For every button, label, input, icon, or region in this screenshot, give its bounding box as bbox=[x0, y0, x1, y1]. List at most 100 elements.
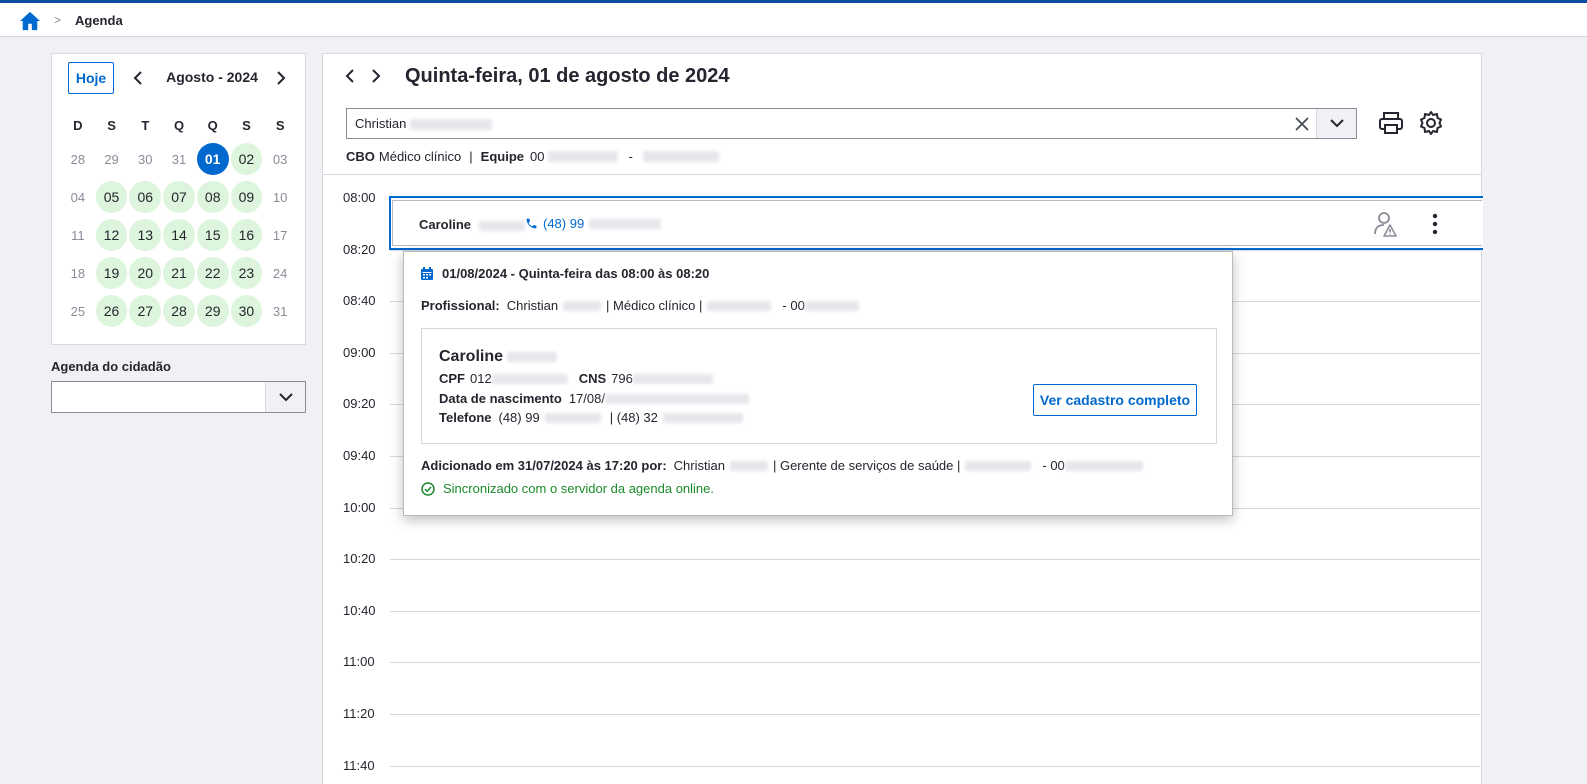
citizen-documents: CPF 012 CNS 796 bbox=[439, 371, 713, 386]
calendar-day[interactable]: 11 bbox=[61, 219, 95, 251]
citizen-agenda-dropdown-button[interactable] bbox=[265, 382, 305, 412]
weekday-header: Q bbox=[207, 117, 218, 133]
redacted-text bbox=[729, 460, 768, 471]
calendar-day[interactable]: 20 bbox=[129, 257, 162, 289]
sync-status: Sincronizado com o servidor da agenda on… bbox=[421, 481, 714, 496]
professional-dropdown-button[interactable] bbox=[1316, 109, 1356, 138]
calendar-prev-month-button[interactable] bbox=[128, 68, 148, 88]
calendar-day[interactable]: 30 bbox=[128, 143, 162, 175]
redacted-text bbox=[632, 373, 713, 384]
chevron-left-icon bbox=[345, 69, 354, 83]
calendar-day[interactable]: 24 bbox=[263, 257, 297, 289]
time-slot-line[interactable] bbox=[390, 714, 1480, 715]
time-slot-label: 10:00 bbox=[343, 499, 376, 515]
user-warning-icon[interactable] bbox=[1373, 211, 1397, 237]
calendar-day[interactable]: 17 bbox=[263, 219, 297, 251]
popover-professional-label: Profissional: bbox=[421, 298, 500, 313]
calendar-day[interactable]: 10 bbox=[263, 181, 297, 213]
calendar-day[interactable]: 23 bbox=[230, 257, 263, 289]
breadcrumb-separator: > bbox=[54, 13, 62, 27]
calendar-day[interactable]: 29 bbox=[95, 143, 129, 175]
birthdate-value: 17/08/ bbox=[568, 391, 605, 406]
phone-label: Telefone bbox=[439, 410, 492, 425]
redacted-text bbox=[478, 220, 525, 231]
calendar-day[interactable]: 18 bbox=[61, 257, 95, 289]
page-title: Quinta-feira, 01 de agosto de 2024 bbox=[405, 65, 730, 87]
calendar-day[interactable]: 25 bbox=[61, 295, 95, 327]
appointment-card[interactable]: Caroline (48) 99 bbox=[389, 196, 1483, 250]
print-icon[interactable] bbox=[1378, 111, 1404, 135]
calendar-day[interactable]: 05 bbox=[95, 181, 128, 213]
appointment-card-body: Caroline (48) 99 bbox=[392, 200, 1482, 246]
calendar-day[interactable]: 13 bbox=[129, 219, 162, 251]
redacted-text bbox=[409, 119, 492, 131]
calendar-day[interactable]: 04 bbox=[61, 181, 95, 213]
time-slot-label: 08:00 bbox=[343, 190, 376, 205]
equipe-dash: - bbox=[628, 149, 633, 164]
calendar-day[interactable]: 12 bbox=[95, 219, 128, 251]
calendar-day[interactable]: 22 bbox=[196, 257, 229, 289]
calendar-day[interactable]: 21 bbox=[163, 257, 195, 289]
added-by-role: | Gerente de serviços de saúde | bbox=[772, 458, 961, 473]
home-icon[interactable] bbox=[19, 11, 41, 31]
calendar-day[interactable]: 03 bbox=[263, 143, 297, 175]
calendar-day[interactable]: 31 bbox=[162, 143, 196, 175]
calendar-next-month-button[interactable] bbox=[271, 68, 291, 88]
calendar-day[interactable]: 06 bbox=[129, 181, 162, 213]
calendar-day[interactable]: 07 bbox=[163, 181, 195, 213]
professional-select[interactable]: Christian bbox=[346, 108, 1357, 139]
calendar-day[interactable]: 14 bbox=[163, 219, 195, 251]
time-slot-label: 11:00 bbox=[343, 654, 375, 670]
professional-name: Christian bbox=[355, 116, 407, 131]
cbo-value: Médico clínico bbox=[378, 149, 462, 164]
calendar-day[interactable]: 31 bbox=[263, 295, 297, 327]
today-button[interactable]: Hoje bbox=[68, 62, 114, 94]
appointment-name-text: Caroline bbox=[419, 217, 472, 232]
calendar-day[interactable]: 29 bbox=[196, 295, 229, 327]
chevron-down-icon bbox=[278, 392, 293, 401]
calendar-day[interactable]: 27 bbox=[129, 295, 162, 327]
clear-selection-button[interactable] bbox=[1292, 114, 1312, 134]
cbo-separator: | bbox=[469, 149, 473, 164]
redacted-text bbox=[544, 412, 601, 423]
time-slot-label: 08:20 bbox=[343, 241, 376, 257]
calendar-day[interactable]: 26 bbox=[95, 295, 128, 327]
phone-value: (48) 99 bbox=[498, 410, 540, 425]
next-day-button[interactable] bbox=[366, 66, 386, 86]
popover-header: 01/08/2024 - Quinta-feira das 08:00 às 0… bbox=[421, 266, 709, 281]
popover-header-text: 01/08/2024 - Quinta-feira das 08:00 às 0… bbox=[442, 266, 710, 281]
view-full-record-button[interactable]: Ver cadastro completo bbox=[1033, 384, 1197, 416]
breadcrumb-current: Agenda bbox=[75, 13, 123, 28]
time-slot-line[interactable] bbox=[390, 765, 1480, 767]
citizen-birthdate: Data de nascimento 17/08/ bbox=[439, 391, 749, 406]
time-slot-line[interactable] bbox=[390, 559, 1480, 561]
calendar-day[interactable]: 30 bbox=[230, 295, 263, 327]
calendar-day[interactable]: 28 bbox=[163, 295, 195, 327]
calendar-day[interactable]: 28 bbox=[61, 143, 95, 175]
calendar-day[interactable]: 02 bbox=[230, 143, 263, 175]
divider bbox=[323, 174, 1481, 175]
calendar-day[interactable]: 08 bbox=[196, 181, 229, 213]
phone2-value: | (48) 32 bbox=[609, 410, 658, 425]
more-options-icon[interactable] bbox=[1431, 213, 1439, 235]
time-slot-line[interactable] bbox=[390, 662, 1480, 664]
calendar-day[interactable]: 01 bbox=[196, 143, 229, 175]
time-slot-line[interactable] bbox=[390, 610, 1480, 612]
weekday-header: S bbox=[107, 117, 116, 133]
citizen-agenda-select[interactable] bbox=[51, 381, 306, 413]
appointment-phone-link[interactable]: (48) 99 bbox=[525, 216, 662, 231]
citizen-summary-card: Caroline CPF 012 CNS 796 Data de nascime… bbox=[421, 328, 1217, 444]
popover-professional-team: - 00 bbox=[782, 298, 805, 313]
popover-professional-role: | Médico clínico | bbox=[606, 298, 703, 313]
calendar-day[interactable]: 16 bbox=[230, 219, 263, 251]
time-slot-label: 08:40 bbox=[343, 293, 376, 309]
calendar-day[interactable]: 15 bbox=[196, 219, 229, 251]
added-by-label: Adicionado em 31/07/2024 às 17:20 por: bbox=[421, 458, 667, 473]
cns-value: 796 bbox=[611, 371, 633, 386]
gear-icon[interactable] bbox=[1418, 110, 1444, 136]
calendar-day[interactable]: 19 bbox=[95, 257, 128, 289]
previous-day-button[interactable] bbox=[340, 66, 360, 86]
calendar-day[interactable]: 09 bbox=[230, 181, 263, 213]
appointment-citizen-name: Caroline bbox=[419, 217, 525, 232]
chevron-left-icon bbox=[133, 71, 142, 85]
